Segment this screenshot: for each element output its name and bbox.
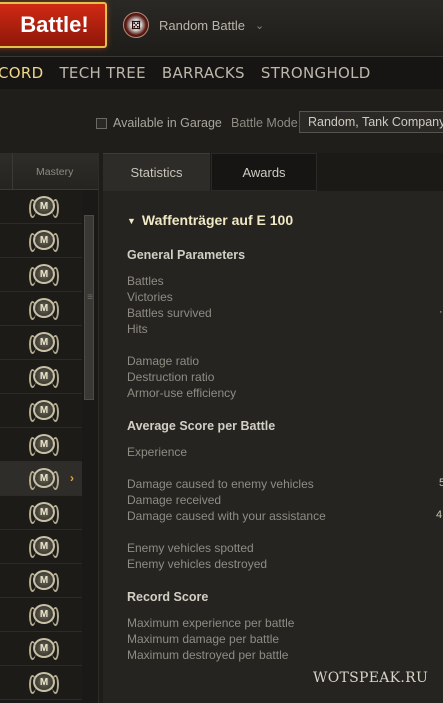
stat-battles: Battles: [127, 274, 164, 288]
mastery-badge-icon: M: [29, 298, 59, 320]
mastery-badge-icon: M: [29, 604, 59, 626]
stat-enemy-spotted: Enemy vehicles spotted: [127, 541, 254, 555]
nav-tab-service-record[interactable]: CORD: [0, 64, 43, 82]
vehicle-row[interactable]: M: [0, 666, 82, 700]
mastery-badge-icon: M: [29, 468, 59, 490]
tab-awards[interactable]: Awards: [211, 153, 317, 191]
stat-experience: Experience: [127, 445, 188, 459]
mastery-badge-icon: M: [29, 672, 59, 694]
vehicle-list-rows: M M M M M M M M M › M M M M M M: [0, 190, 82, 700]
battle-mode-dropdown[interactable]: Random, Tank Company: [299, 111, 443, 133]
main-nav: CORD TECH TREE BARRACKS STRONGHOLD: [0, 56, 443, 90]
column-divider: [12, 153, 13, 189]
vehicle-row[interactable]: M: [0, 564, 82, 598]
chevron-down-icon: ⌄: [255, 19, 265, 32]
stat-damage-assistance-value: 4: [436, 509, 443, 521]
mastery-badge-icon: M: [29, 400, 59, 422]
battle-mode-icon: ⚄: [123, 12, 149, 38]
vehicle-row[interactable]: M: [0, 598, 82, 632]
vehicle-row[interactable]: M: [0, 258, 82, 292]
stat-damage-received: Damage received: [127, 493, 222, 507]
vehicle-row[interactable]: M: [0, 496, 82, 530]
vehicle-row[interactable]: M: [0, 394, 82, 428]
vehicle-row[interactable]: M: [0, 292, 82, 326]
vehicle-name: Waffenträger auf E 100: [141, 212, 294, 228]
vehicle-row[interactable]: M: [0, 530, 82, 564]
available-in-garage-label: Available in Garage: [113, 116, 222, 130]
vehicle-row[interactable]: M: [0, 428, 82, 462]
vehicle-row[interactable]: M: [0, 326, 82, 360]
collapse-triangle-icon: ▼: [127, 216, 136, 226]
stat-hits: Hits: [127, 322, 148, 336]
mastery-badge-icon: M: [29, 570, 59, 592]
mastery-badge-icon: M: [29, 230, 59, 252]
battle-mode-selector[interactable]: ⚄ Random Battle ⌄: [123, 12, 264, 38]
stat-max-destroyed: Maximum destroyed per battle: [127, 648, 289, 662]
stat-victories: Victories: [127, 290, 173, 304]
mastery-badge-icon: M: [29, 264, 59, 286]
stat-max-damage: Maximum damage per battle: [127, 632, 280, 646]
vehicle-list: Mastery M M M M M M M M M › M M M M M M ≡: [0, 153, 99, 703]
scrollbar-thumb[interactable]: ≡: [84, 215, 94, 400]
stat-battles-survived: Battles survived: [127, 306, 212, 320]
section-average-score: Average Score per Battle: [127, 419, 276, 433]
mastery-badge-icon: M: [29, 332, 59, 354]
vehicle-row[interactable]: M: [0, 190, 82, 224]
nav-tab-tech-tree[interactable]: TECH TREE: [59, 64, 145, 82]
chevron-right-icon: ›: [70, 471, 74, 485]
mastery-column-header[interactable]: Mastery: [36, 166, 73, 178]
stat-damage-caused-value: 5: [439, 477, 443, 489]
vehicle-row[interactable]: M ›: [0, 462, 82, 496]
mastery-badge-icon: M: [29, 502, 59, 524]
stat-enemy-destroyed: Enemy vehicles destroyed: [127, 557, 268, 571]
statistics-panel: Statistics Awards ▼ Waffenträger auf E 10…: [103, 153, 443, 703]
vehicle-list-scrollbar[interactable]: ≡: [83, 190, 96, 703]
top-bar: Battle! ⚄ Random Battle ⌄: [0, 0, 443, 56]
section-record-score: Record Score: [127, 590, 209, 604]
mastery-badge-icon: M: [29, 638, 59, 660]
available-in-garage-checkbox[interactable]: [96, 117, 107, 129]
scroll-grip-icon: ≡: [87, 292, 93, 303]
vehicle-row[interactable]: M: [0, 360, 82, 394]
mastery-badge-icon: M: [29, 434, 59, 456]
stat-damage-ratio: Damage ratio: [127, 354, 200, 368]
vehicle-list-header: Mastery: [0, 153, 98, 190]
stat-damage-caused: Damage caused to enemy vehicles: [127, 477, 314, 491]
nav-tab-barracks[interactable]: BARRACKS: [162, 64, 245, 82]
battle-mode-filter-label: Battle Mode:: [231, 116, 302, 130]
mastery-badge-icon: M: [29, 196, 59, 218]
stat-damage-assistance: Damage caused with your assistance: [127, 509, 326, 523]
battle-mode-label: Random Battle: [159, 17, 245, 33]
nav-tab-stronghold[interactable]: STRONGHOLD: [261, 64, 371, 82]
mastery-badge-icon: M: [29, 366, 59, 388]
mastery-badge-icon: M: [29, 536, 59, 558]
tab-statistics[interactable]: Statistics: [103, 153, 210, 191]
panel-tabs: Statistics Awards: [103, 153, 443, 191]
section-general-parameters: General Parameters: [127, 248, 246, 262]
stat-battles-survived-value: ·: [439, 306, 443, 318]
stat-destruction-ratio: Destruction ratio: [127, 370, 215, 384]
battle-button[interactable]: Battle!: [0, 2, 107, 48]
vehicle-row[interactable]: M: [0, 632, 82, 666]
available-in-garage-filter[interactable]: Available in Garage: [96, 116, 222, 130]
stat-armor-use-efficiency: Armor-use efficiency: [127, 386, 237, 400]
watermark-text: WOTSPEAK.RU: [313, 670, 429, 686]
vehicle-title[interactable]: ▼ Waffenträger auf E 100: [127, 212, 293, 228]
stat-max-experience: Maximum experience per battle: [127, 616, 295, 630]
vehicle-row[interactable]: M: [0, 224, 82, 258]
